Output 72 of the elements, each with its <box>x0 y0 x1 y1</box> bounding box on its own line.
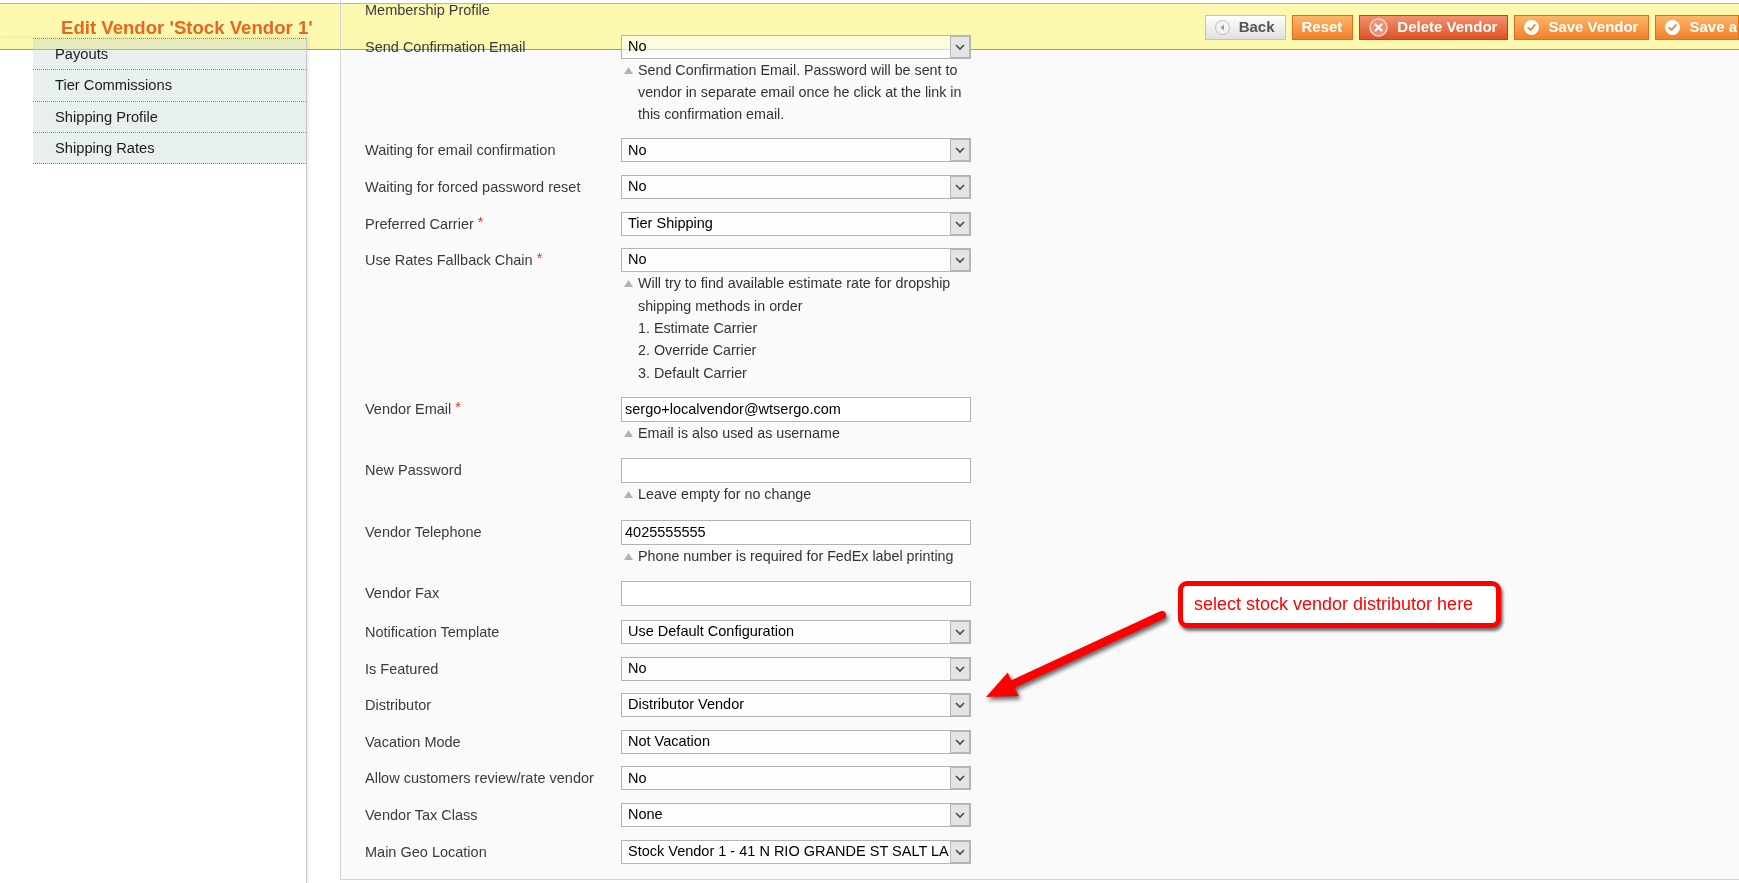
select-field[interactable]: No <box>621 34 971 59</box>
field-label: Notification Template <box>365 623 500 643</box>
field-label: Preferred Carrier <box>365 214 474 234</box>
field-label: Vendor Tax Class <box>365 806 478 825</box>
field-label: Vendor Email <box>365 399 452 419</box>
field-label: Allow customers review/rate vendor <box>365 769 594 789</box>
select-field[interactable]: No <box>621 175 971 199</box>
input-field[interactable]: sergo+localvendor@wtsergo.com <box>621 396 971 422</box>
page-title: Edit Vendor 'Stock Vendor 1' <box>61 15 313 40</box>
sidebar-tab[interactable]: Payouts <box>33 39 306 71</box>
chevron-down-icon <box>950 621 970 644</box>
hint-text: Will try to find available estimate rate for dropship shipping methods in order <box>638 274 952 316</box>
chevron-down-icon <box>950 840 970 863</box>
back-button[interactable]: Back <box>1204 15 1286 40</box>
input-field[interactable]: 4025555555 <box>621 519 971 545</box>
required-mark: * <box>455 397 461 417</box>
hint-text: 3. Default Carrier <box>638 363 748 383</box>
triangle-icon <box>624 491 633 499</box>
field-label: Vacation Mode <box>365 732 461 752</box>
select-field[interactable]: No <box>621 138 971 163</box>
triangle-icon <box>624 429 633 437</box>
hint-text: Phone number is required for FedEx label printing <box>638 546 955 566</box>
hint-text: Leave empty for no change <box>638 485 813 505</box>
select-field[interactable]: Tier Shipping <box>621 211 971 236</box>
triangle-icon <box>624 66 633 74</box>
chevron-down-icon <box>950 730 970 753</box>
chevron-down-icon <box>950 212 970 235</box>
hint-text: Send Confirmation Email. Password will be sent to vendor in separate email once he click at the link in this confirmation email. <box>638 60 963 125</box>
required-mark: * <box>477 212 484 232</box>
input-field[interactable] <box>621 581 971 607</box>
field-label: Distributor <box>365 696 432 716</box>
check-circle-icon <box>1665 20 1681 35</box>
field-label: New Password <box>365 461 462 481</box>
chevron-down-icon <box>950 35 970 58</box>
chevron-down-icon <box>950 657 970 680</box>
back-icon <box>1214 20 1230 35</box>
field-label: Main Geo Location <box>365 842 487 862</box>
input-field[interactable] <box>621 458 971 484</box>
field-label: Use Rates Fallback Chain <box>365 251 533 271</box>
chevron-down-icon <box>950 694 970 717</box>
hint-text: 1. Estimate Carrier <box>638 319 759 338</box>
select-field[interactable]: No <box>621 766 971 791</box>
chevron-down-icon <box>950 767 970 790</box>
field-label: Vendor Telephone <box>365 522 482 542</box>
select-field[interactable]: Use Default Configuration <box>621 620 971 645</box>
required-mark: * <box>536 249 543 269</box>
select-field[interactable]: Distributor Vendor <box>621 693 971 718</box>
close-circle-icon <box>1369 18 1389 37</box>
sidebar-tab[interactable]: Shipping Profile <box>33 101 306 133</box>
hint-text: 2. Override Carrier <box>638 341 758 361</box>
field-label: Send Confirmation Email <box>365 37 526 57</box>
callout-note: select stock vendor distributor here <box>1178 581 1501 628</box>
sidebar-tab[interactable]: Shipping Rates <box>33 132 306 165</box>
field-label: Membership Profile <box>365 1 490 20</box>
field-label: Waiting for forced password reset <box>365 178 581 197</box>
chevron-down-icon <box>950 139 970 162</box>
triangle-icon <box>624 552 633 560</box>
chevron-down-icon <box>950 804 970 826</box>
select-field[interactable]: No <box>621 248 971 273</box>
check-circle-icon <box>1524 20 1540 35</box>
sidebar-tab[interactable]: Tier Commissions <box>33 70 306 102</box>
select-field[interactable]: Stock Vendor 1 - 41 N RIO GRANDE ST SALT LA <box>621 839 971 864</box>
chevron-down-icon <box>950 249 970 272</box>
field-label: Waiting for email confirmation <box>365 141 556 161</box>
select-field[interactable]: None <box>621 803 971 827</box>
field-label: Vendor Fax <box>365 584 440 604</box>
chevron-down-icon <box>950 176 970 198</box>
select-field[interactable]: No <box>621 656 971 681</box>
field-label: Is Featured <box>365 659 439 679</box>
triangle-icon <box>624 280 633 288</box>
select-field[interactable]: Not Vacation <box>621 729 971 754</box>
hint-text: Email is also used as username <box>638 423 841 443</box>
